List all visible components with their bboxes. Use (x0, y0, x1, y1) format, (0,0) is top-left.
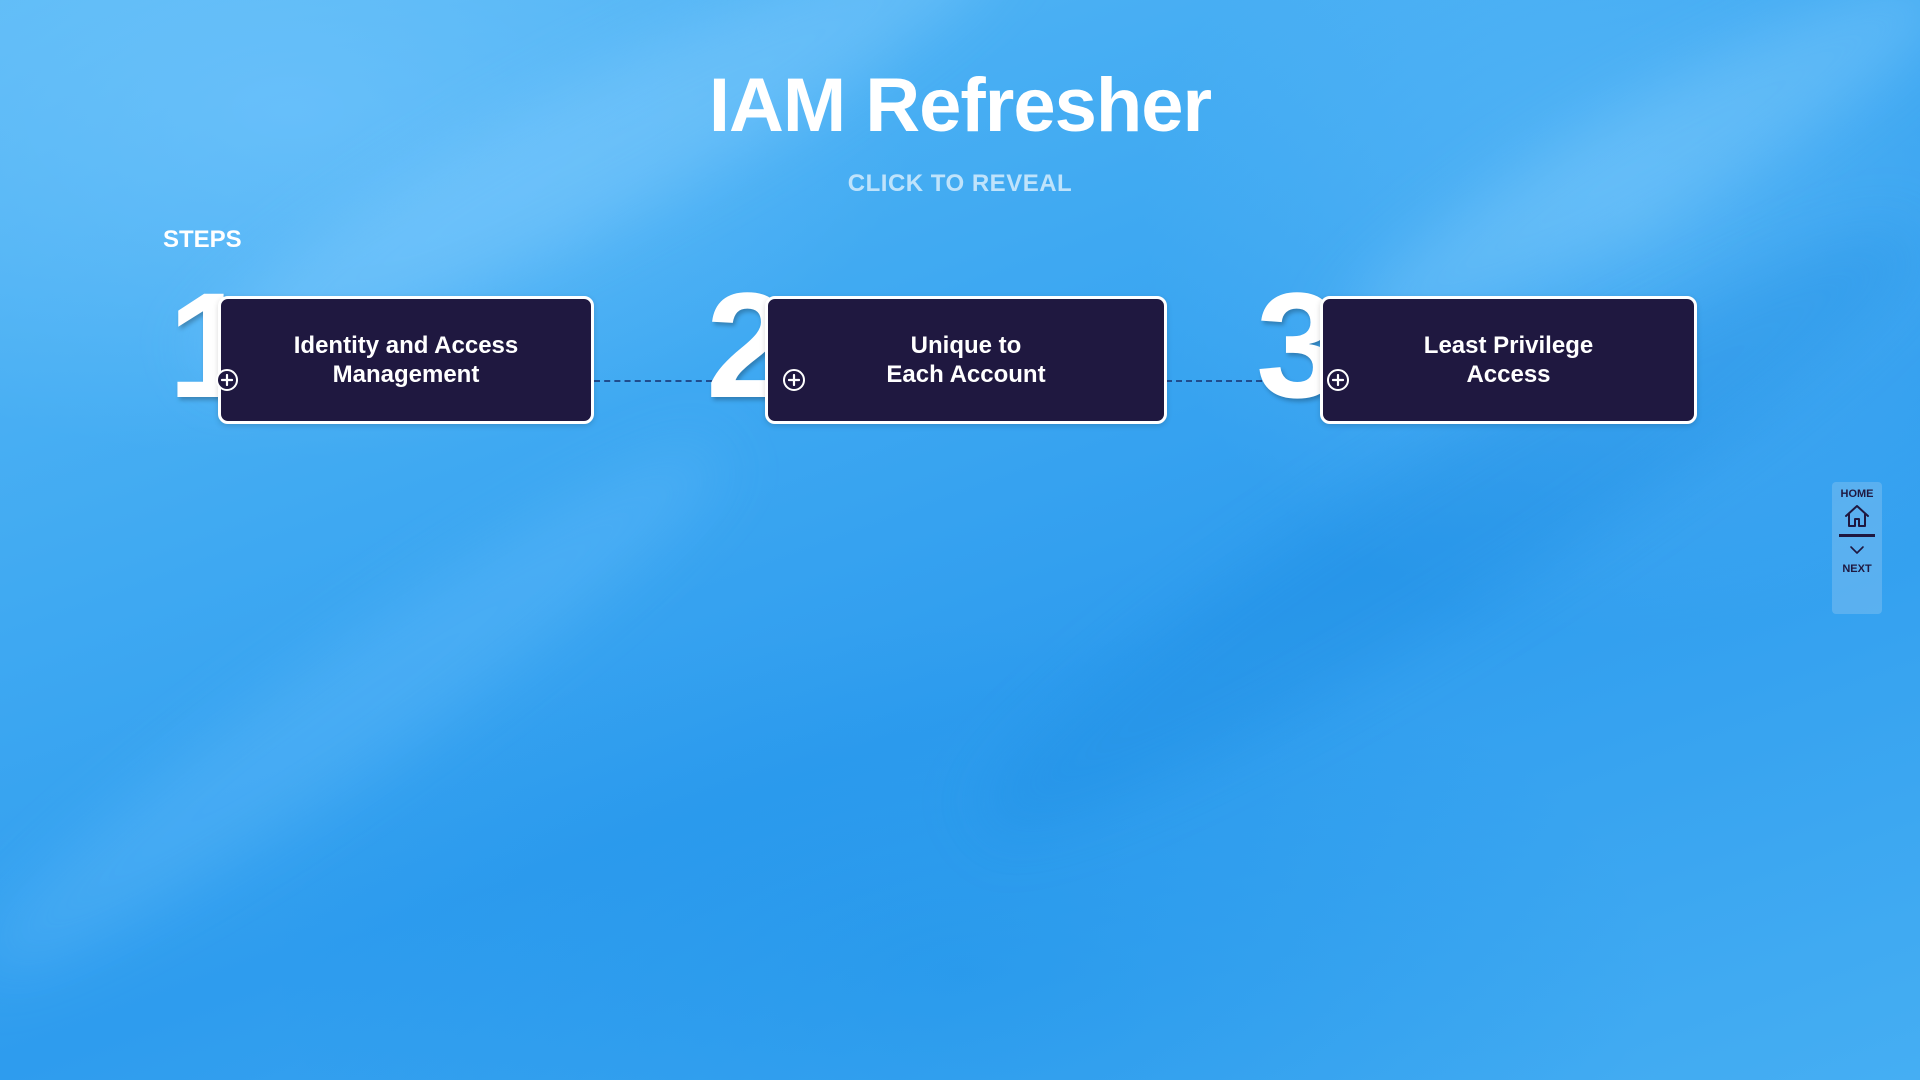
step-card-label: Least Privilege (1423, 332, 1594, 359)
step-2: 2 Unique to Each Account (706, 270, 1170, 430)
step-card-label: Management (332, 361, 480, 388)
page-subtitle: CLICK TO REVEAL (847, 170, 1073, 197)
expand-step-1-button[interactable] (216, 369, 238, 391)
expand-step-2-button[interactable] (783, 369, 805, 391)
plus-icon (788, 374, 800, 386)
background-streak (0, 402, 754, 1018)
side-navigation: HOME NEXT (1832, 482, 1882, 614)
home-icon (1845, 505, 1869, 527)
step-3: 3 Least Privilege Access (1256, 270, 1700, 430)
step-card-label: Each Account (886, 361, 1046, 388)
next-label: NEXT (1842, 563, 1872, 575)
nav-divider (1839, 534, 1875, 537)
step-card-least-privilege-access[interactable]: Least Privilege Access (1320, 296, 1697, 424)
step-card-label: Unique to (910, 332, 1022, 359)
expand-step-3-button[interactable] (1327, 369, 1349, 391)
step-connector (1166, 380, 1262, 382)
step-card-label: Identity and Access (293, 332, 519, 359)
slide-stage: IAM Refresher CLICK TO REVEAL STEPS 1 Id… (0, 0, 1920, 1080)
plus-icon (221, 374, 233, 386)
chevron-down-icon (1850, 546, 1864, 554)
next-button[interactable]: NEXT (1842, 545, 1872, 575)
step-card-label: Access (1466, 361, 1551, 388)
home-label: HOME (1840, 488, 1874, 500)
steps-label: STEPS (163, 226, 242, 253)
plus-icon (1332, 374, 1344, 386)
page-title: IAM Refresher (708, 63, 1212, 148)
step-1: 1 Identity and Access Management (168, 270, 598, 430)
home-button[interactable]: HOME (1841, 482, 1874, 528)
step-card-unique-to-each-account[interactable]: Unique to Each Account (765, 296, 1167, 424)
step-card-identity-access-management[interactable]: Identity and Access Management (218, 296, 594, 424)
step-connector (594, 380, 712, 382)
